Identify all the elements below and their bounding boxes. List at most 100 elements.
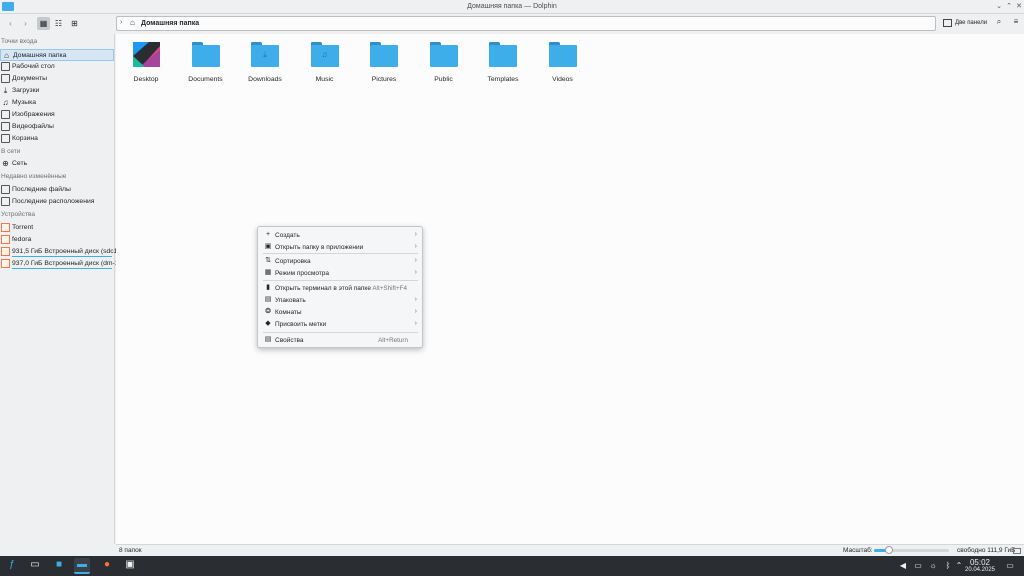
taskbar-firefox-button[interactable]: ●: [99, 558, 115, 574]
taskbar-dolphin-button[interactable]: ▬: [74, 558, 90, 574]
sidebar-item-label: Загрузки: [12, 87, 40, 94]
sidebar-item[interactable]: fedora: [0, 234, 114, 246]
brightness-icon[interactable]: ☼: [928, 561, 938, 571]
file-item[interactable]: Pictures: [354, 40, 414, 86]
split-view-label: Две панели: [955, 20, 988, 26]
recent-files-icon: [1, 185, 10, 194]
terminal-icon: ▮: [266, 284, 270, 291]
item-count: 8 папок: [119, 547, 142, 554]
file-view[interactable]: Desktop Documents ⤓ Downloads ♫ Music Pictures…: [116, 34, 1024, 544]
context-menu-item[interactable]: ▤ Упаковать ›: [259, 295, 421, 306]
zoom-slider[interactable]: [874, 546, 949, 554]
search-icon[interactable]: ⌕: [993, 17, 1005, 29]
context-menu-item[interactable]: ▦ Режим просмотра ›: [259, 268, 421, 279]
bluetooth-icon[interactable]: ᛒ: [943, 561, 953, 571]
folder-videos-icon: [548, 42, 577, 68]
context-menu-item[interactable]: ▮ Открыть терминал в этой папке Alt+Shift+…: [259, 283, 421, 294]
window-title: Домашняя папка — Dolphin: [467, 3, 557, 10]
sidebar-item-label: Изображения: [12, 111, 55, 118]
sidebar-item[interactable]: 931,5 ГиБ Встроенный диск (sdc1): [0, 246, 120, 258]
activities-icon: ❂: [265, 308, 271, 315]
file-item[interactable]: Templates: [473, 40, 533, 86]
context-menu-item[interactable]: ⇅ Сортировка ›: [259, 256, 421, 267]
zoom-slider-handle[interactable]: [885, 546, 893, 554]
file-item[interactable]: Documents: [176, 40, 236, 86]
file-item[interactable]: ⤓ Downloads: [235, 40, 295, 86]
sidebar-item-label: Рабочий стол: [12, 63, 55, 70]
menu-item-shortcut: Alt+Return: [378, 337, 408, 344]
file-name: Pictures: [371, 76, 397, 83]
close-button[interactable]: ✕: [1014, 2, 1024, 12]
file-item[interactable]: Desktop: [116, 40, 176, 86]
sidebar-item[interactable]: ⤓ Загрузки: [0, 85, 114, 97]
context-menu-item[interactable]: ❂ Комнаты ›: [259, 307, 421, 318]
trash-icon: [1, 134, 10, 143]
show-desktop-icon[interactable]: ▭: [1005, 561, 1015, 571]
menu-item-label: Свойства: [275, 337, 304, 344]
context-menu-item[interactable]: + Создать ›: [259, 230, 421, 241]
tag-icon: ◆: [265, 320, 271, 327]
folder-music-icon: ♫: [310, 42, 339, 68]
minimize-button[interactable]: ⌄: [994, 2, 1004, 12]
window-titlebar: Домашняя папка — Dolphin ⌄ ⌃ ✕: [0, 0, 1024, 14]
sidebar-item-label: Последние файлы: [12, 186, 71, 193]
sidebar-section-title: Точки входа: [1, 38, 38, 45]
display-icon[interactable]: ▭: [913, 561, 923, 571]
drive-icon: [1, 235, 10, 244]
file-item[interactable]: Videos: [533, 40, 593, 86]
plus-icon: +: [265, 231, 271, 238]
icons-view-button[interactable]: ▦: [37, 17, 50, 30]
app-launcher-button[interactable]: ƒ: [4, 558, 20, 574]
compact-view-button[interactable]: ☷: [52, 17, 65, 30]
chevron-right-icon: ›: [414, 320, 417, 327]
sidebar-section-title: Устройства: [1, 211, 36, 218]
context-menu-item[interactable]: ▤ Свойства Alt+Return: [259, 335, 421, 346]
fedora-logo-icon: ƒ: [9, 559, 15, 570]
sidebar-item[interactable]: ⌂ Домашняя папка: [0, 49, 114, 61]
sidebar-item[interactable]: Изображения: [0, 109, 114, 121]
taskbar-files-button[interactable]: ■: [51, 558, 67, 574]
clock[interactable]: 05:02 20.04.2025: [960, 558, 1000, 573]
capacity-icon: [1013, 548, 1021, 554]
sidebar-item[interactable]: Рабочий стол: [0, 61, 114, 73]
file-name: Desktop: [133, 76, 159, 83]
sidebar-item[interactable]: Документы: [0, 73, 114, 85]
sidebar-item[interactable]: Видеофайлы: [0, 121, 114, 133]
desktop-thumbnail: [133, 42, 160, 67]
sidebar-item[interactable]: Последние файлы: [0, 184, 114, 196]
file-item[interactable]: ♫ Music: [295, 40, 355, 86]
taskbar-system-monitor-button[interactable]: ▣: [122, 558, 138, 574]
sidebar-item[interactable]: ♫ Музыка: [0, 97, 114, 109]
chevron-right-icon: ›: [414, 296, 417, 303]
menu-separator: [263, 332, 418, 333]
context-menu-item[interactable]: ▣ Открыть папку в приложении ›: [259, 242, 421, 253]
menu-item-label: Упаковать: [275, 297, 306, 304]
sidebar-item[interactable]: Torrent: [0, 222, 114, 234]
location-path[interactable]: Домашняя папка: [141, 20, 199, 27]
file-item[interactable]: Public: [414, 40, 474, 86]
file-name: Downloads: [248, 76, 282, 83]
sidebar-item[interactable]: Корзина: [0, 133, 114, 145]
chevron-right-icon: ›: [414, 243, 417, 250]
hamburger-menu-icon[interactable]: ≡: [1010, 17, 1022, 29]
open-with-icon: ▣: [264, 243, 272, 250]
monitor-icon: ▣: [125, 559, 135, 570]
sidebar-item[interactable]: 937,0 ГиБ Встроенный диск (dm-1): [0, 258, 121, 270]
network-icon: ⊕: [2, 159, 9, 168]
split-view-button[interactable]: Две панели: [940, 16, 990, 31]
forward-button[interactable]: ›: [19, 17, 32, 30]
chevron-right-icon[interactable]: ›: [120, 19, 122, 26]
details-view-button[interactable]: ⊞: [68, 17, 81, 30]
folder-downloads-icon: ⤓: [251, 42, 279, 68]
location-bar[interactable]: › ⌂ Домашняя папка: [116, 16, 936, 31]
volume-icon[interactable]: ◀: [898, 561, 908, 571]
show-desktop-button[interactable]: ▭: [27, 558, 43, 574]
back-button[interactable]: ‹: [4, 17, 17, 30]
context-menu-item[interactable]: ◆ Присвоить метки ›: [259, 319, 421, 330]
menu-item-shortcut: Alt+Shift+F4: [372, 285, 407, 292]
sidebar-item[interactable]: ⊕ Сеть: [0, 158, 114, 170]
menu-item-label: Присвоить метки: [275, 321, 327, 328]
maximize-button[interactable]: ⌃: [1004, 2, 1014, 12]
status-bar: 8 папок Масштаб: свободно 111,9 ГиБ: [116, 544, 1024, 556]
sidebar-item[interactable]: Последние расположения: [0, 196, 114, 208]
